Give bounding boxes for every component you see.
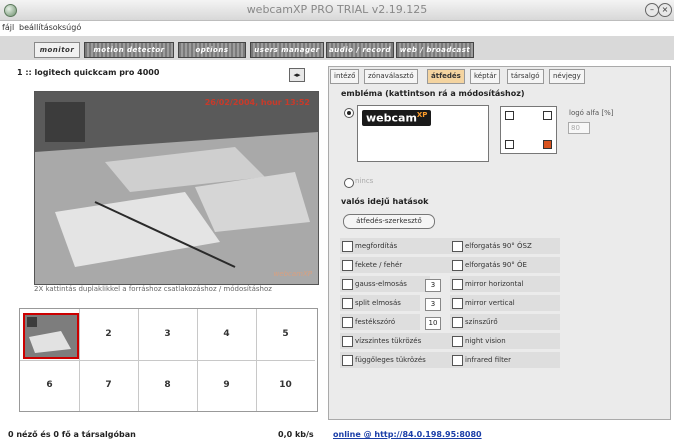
night-vision-checkbox[interactable] [452,336,463,347]
webcamxp-logo: webcamXP [362,110,432,126]
gauss-blur-value[interactable]: 3 [425,279,441,292]
split-checkbox[interactable] [342,298,353,309]
timestamp-overlay: 26/02/2004, hour 13:52 [204,98,310,107]
position-top-left[interactable] [505,111,514,120]
effect-split-blur[interactable]: split elmosás [342,296,418,310]
effect-vertical-mirror[interactable]: függőleges tükrözés [342,353,448,367]
preview-hint: 2X kattintás duplaklikkel a forráshoz cs… [34,285,272,293]
realtime-effects-label: valós idejű hatások [341,197,429,206]
slot-4[interactable]: 4 [197,309,257,361]
tab-audio-record[interactable]: audio / record [326,42,394,58]
none-label: nincs [355,177,374,185]
effect-mirror-vertical[interactable]: mirror vertical [452,296,558,310]
position-bottom-left[interactable] [505,140,514,149]
effect-infrared[interactable]: infrared filter [452,353,558,367]
bw-checkbox[interactable] [342,260,353,271]
slot-2[interactable]: 2 [79,309,139,361]
overlay-editor-button[interactable]: átfedés-szerkesztő [343,214,435,229]
tab-explorer[interactable]: intéző [330,69,360,84]
effect-rotate-cw[interactable]: elforgatás 90° ÓSZ [452,239,558,253]
emblem-radio[interactable] [344,108,354,118]
slot-3[interactable]: 3 [138,309,198,361]
tab-gallery[interactable]: képtár [470,69,501,84]
menu-help[interactable]: súgó [62,23,81,32]
main-tab-bar: monitor motion detector options users ma… [0,36,674,60]
tab-motion-detector[interactable]: motion detector [84,42,174,58]
camera-name: 1 :: logitech quickcam pro 4000 [17,68,160,77]
title-bar: webcamXP PRO TRIAL v2.19.125 – × [0,0,674,21]
hmirror-checkbox[interactable] [342,336,353,347]
logo-preview[interactable]: webcamXP [357,105,489,162]
effect-color-filter[interactable]: színszűrő [452,315,558,329]
tab-chat[interactable]: társalgó [507,69,544,84]
tab-web-broadcast[interactable]: web / broadcast [396,42,474,58]
bandwidth-rate: 0,0 kb/s [278,430,314,439]
effect-rotate-ccw[interactable]: elforgatás 90° ÓE [452,258,558,272]
camera-preview[interactable]: 26/02/2004, hour 13:52 webcamXP [34,91,319,285]
tab-zone-selector[interactable]: zónaválasztó [364,69,418,84]
spray-checkbox[interactable] [342,317,353,328]
tab-options[interactable]: options [178,42,246,58]
menu-bar: fájl beállítások súgó [0,21,674,35]
effect-flip[interactable]: megfordítás [342,239,448,253]
slot-7[interactable]: 7 [79,360,139,411]
effect-spray[interactable]: festékszóró [342,315,418,329]
mirror-h-checkbox[interactable] [452,279,463,290]
slot-1-thumbnail [23,313,79,359]
menu-settings[interactable]: beállítások [19,23,62,32]
tab-overlay[interactable]: átfedés [427,69,465,84]
window-title: webcamXP PRO TRIAL v2.19.125 [246,3,428,16]
gauss-checkbox[interactable] [342,279,353,290]
tab-about[interactable]: névjegy [549,69,585,84]
minimize-icon[interactable]: – [645,3,659,17]
flip-checkbox[interactable] [342,241,353,252]
rotate-cw-checkbox[interactable] [452,241,463,252]
slot-10[interactable]: 10 [256,360,315,411]
spray-value[interactable]: 10 [425,317,441,330]
viewer-count: 0 néző és 0 fő a társalgóban [8,430,136,439]
slot-8[interactable]: 8 [138,360,198,411]
camera-image [35,92,318,284]
effect-gauss-blur[interactable]: gauss-elmosás [342,277,426,291]
emblem-label: embléma (kattintson rá a módosításhoz) [341,89,525,98]
effect-horizontal-mirror[interactable]: vízszintes tükrözés [342,334,448,348]
slot-5[interactable]: 5 [256,309,315,361]
rotate-ccw-checkbox[interactable] [452,260,463,271]
effect-mirror-horizontal[interactable]: mirror horizontal [452,277,558,291]
camera-switch-button[interactable]: ◂▸ [289,68,305,82]
source-slots-grid: 2 3 4 5 6 7 8 9 10 [19,308,318,412]
logo-alpha-input[interactable]: 80 [568,122,590,134]
watermark-overlay: webcamXP [273,270,312,278]
color-filter-checkbox[interactable] [452,317,463,328]
infrared-checkbox[interactable] [452,355,463,366]
slot-6[interactable]: 6 [20,360,80,411]
effect-bw[interactable]: fekete / fehér [342,258,448,272]
tab-monitor[interactable]: monitor [34,42,80,58]
logo-position-selector [500,106,557,154]
position-bottom-right[interactable] [543,140,552,149]
vmirror-checkbox[interactable] [342,355,353,366]
tab-users-manager[interactable]: users manager [250,42,324,58]
online-url-link[interactable]: online @ http://84.0.198.95:8080 [333,430,482,439]
menu-file[interactable]: fájl [2,23,14,32]
logo-alpha-label: logó alfa [%] [569,109,614,117]
mirror-v-checkbox[interactable] [452,298,463,309]
close-icon[interactable]: × [658,3,672,17]
slot-9[interactable]: 9 [197,360,257,411]
position-top-right[interactable] [543,111,552,120]
effect-night-vision[interactable]: night vision [452,334,558,348]
split-blur-value[interactable]: 3 [425,298,441,311]
slot-1[interactable] [20,309,80,361]
none-radio[interactable] [344,178,354,188]
